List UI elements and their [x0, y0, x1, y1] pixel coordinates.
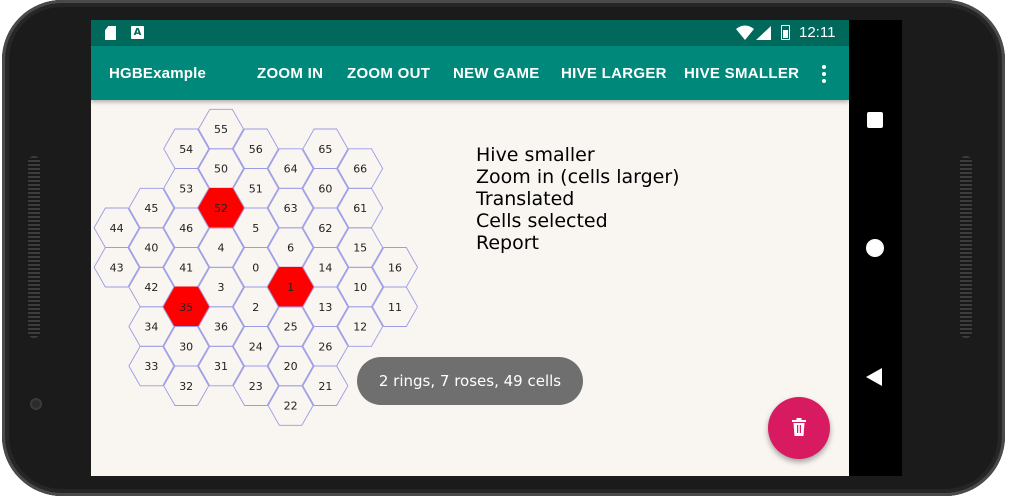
hive-cell-label: 6	[287, 242, 294, 255]
back-icon[interactable]	[866, 368, 882, 386]
hive-cell-label: 16	[388, 261, 402, 274]
hive-cell-label: 0	[252, 261, 259, 274]
hive-cell-label: 10	[353, 281, 367, 294]
hive-cell-label: 51	[249, 182, 263, 195]
log-line: Report	[476, 232, 539, 254]
hive-cell-label: 13	[318, 301, 332, 314]
menu-action-log: Hive smaller Zoom in (cells larger) Tran…	[476, 144, 680, 254]
app-bar: HGBExample ZOOM IN ZOOM OUT NEW GAME HIV…	[91, 46, 849, 100]
hive-cell-label: 15	[353, 242, 367, 255]
hive-cell-label: 26	[318, 340, 332, 353]
status-clock: 12:11	[799, 24, 836, 41]
hive-larger-button[interactable]: HIVE LARGER	[561, 65, 667, 82]
phone-frame: A 12:11 HGBExample ZOOM IN ZOOM OUT NEW …	[0, 0, 1011, 500]
toast-message: 2 rings, 7 roses, 49 cells	[357, 357, 583, 405]
hive-cell-label: 54	[179, 143, 193, 156]
hive-cell-label: 62	[318, 222, 332, 235]
hive-cell-label: 60	[318, 182, 332, 195]
hive-cell-label: 36	[214, 321, 228, 334]
hive-cell-label: 14	[318, 261, 332, 274]
hive-cell-label: 44	[110, 222, 124, 235]
hive-cell-label: 25	[284, 321, 298, 334]
hive-cell-label: 31	[214, 360, 228, 373]
signal-icon	[756, 26, 771, 40]
hive-smaller-button[interactable]: HIVE SMALLER	[684, 65, 799, 82]
hive-cell-label: 40	[144, 242, 158, 255]
hive-cell-label: 3	[218, 281, 225, 294]
hive-cell-label: 23	[249, 380, 263, 393]
log-line: Translated	[476, 188, 575, 210]
status-bar: A 12:11	[91, 20, 849, 46]
log-line: Cells selected	[476, 210, 608, 232]
hive-cell-label: 35	[179, 301, 193, 314]
hive-cell-label: 5	[252, 222, 259, 235]
hive-cell-label: 42	[144, 281, 158, 294]
hive-cell-label: 33	[144, 360, 158, 373]
hive-cell-label: 2	[252, 301, 259, 314]
hive-cell-label: 66	[353, 163, 367, 176]
hive-cell-label: 24	[249, 340, 263, 353]
delete-icon	[792, 418, 806, 436]
home-icon[interactable]	[866, 239, 884, 257]
hive-cell-label: 56	[249, 143, 263, 156]
hive-cell-label: 11	[388, 301, 402, 314]
android-nav-bar	[849, 20, 902, 476]
zoom-out-button[interactable]: ZOOM OUT	[347, 65, 430, 82]
hive-cell-label: 61	[353, 202, 367, 215]
hive-cell-label: 12	[353, 321, 367, 334]
log-line: Hive smaller	[476, 144, 595, 166]
recent-apps-icon[interactable]	[867, 112, 883, 128]
right-speaker-grille	[960, 156, 972, 338]
hive-cell-label: 53	[179, 182, 193, 195]
hive-cell-label: 46	[179, 222, 193, 235]
hive-cell-label: 65	[318, 143, 332, 156]
hive-cell-label: 30	[179, 340, 193, 353]
battery-icon	[781, 25, 790, 40]
left-speaker-grille	[28, 156, 40, 338]
log-line: Zoom in (cells larger)	[476, 166, 680, 188]
hive-cell-label: 63	[284, 202, 298, 215]
more-vert-icon[interactable]	[815, 65, 833, 85]
hive-cell-label: 52	[214, 202, 228, 215]
hive-cell-label: 20	[284, 360, 298, 373]
hive-cell-label: 64	[284, 163, 298, 176]
zoom-in-button[interactable]: ZOOM IN	[257, 65, 323, 82]
sd-card-icon	[105, 26, 116, 40]
wifi-icon	[736, 25, 754, 40]
hive-cell-label: 1	[287, 281, 294, 294]
hive-cell-label: 32	[179, 380, 193, 393]
hive-cell-label: 45	[144, 202, 158, 215]
front-camera	[30, 398, 42, 410]
hive-cell-label: 34	[144, 321, 158, 334]
hive-cell-label: 55	[214, 123, 228, 136]
app-title: HGBExample	[109, 65, 207, 82]
hive-cell-label: 41	[179, 261, 193, 274]
a-notification-icon: A	[131, 26, 144, 39]
hive-cell-label: 50	[214, 163, 228, 176]
app-screen: A 12:11 HGBExample ZOOM IN ZOOM OUT NEW …	[91, 20, 849, 476]
hive-cell-label: 4	[218, 242, 225, 255]
hive-cell-label: 43	[110, 261, 124, 274]
hive-cell-label: 22	[284, 400, 298, 413]
hive-cell-label: 21	[318, 380, 332, 393]
new-game-button[interactable]: NEW GAME	[453, 65, 540, 82]
delete-fab-button[interactable]	[768, 397, 830, 459]
